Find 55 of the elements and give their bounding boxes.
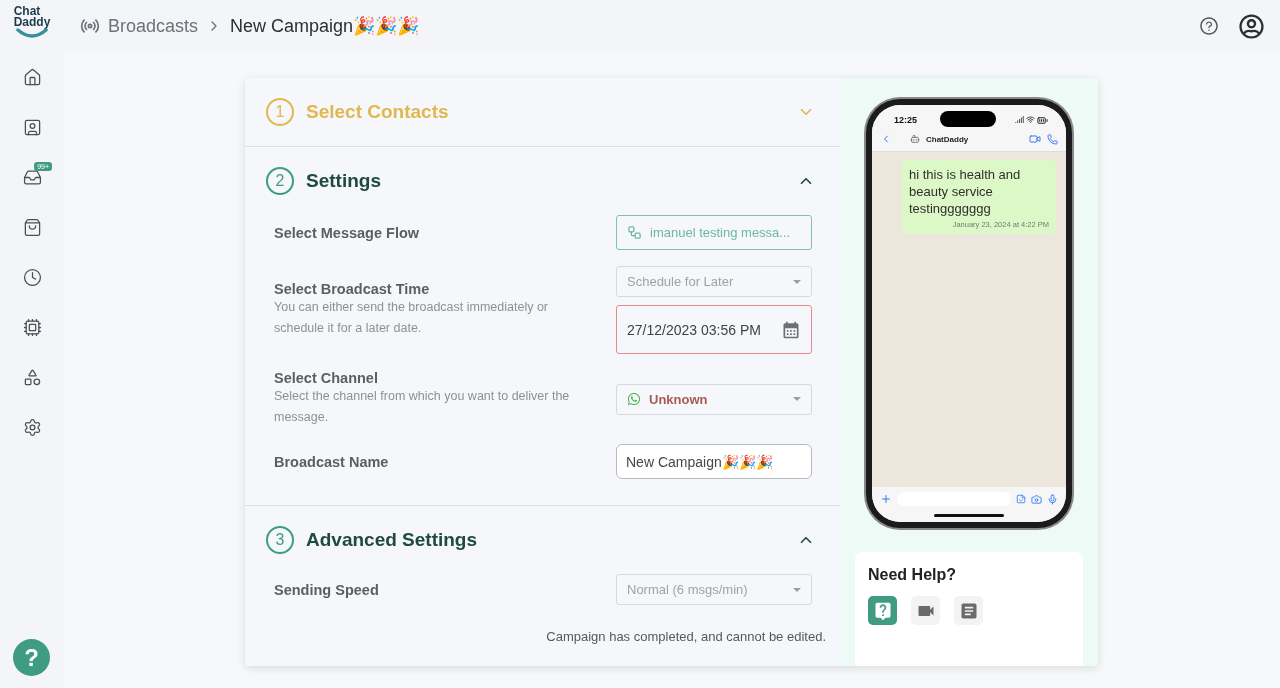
contact-name: ChatDaddy	[926, 134, 970, 144]
completed-note: Campaign has completed, and cannot be edited.	[546, 629, 826, 644]
field-label: Sending Speed	[274, 581, 380, 598]
settings-nav-icon[interactable]	[22, 417, 42, 437]
status-time: 12:25	[894, 115, 918, 125]
help-button[interactable]: ?	[13, 639, 50, 676]
faq-help-button[interactable]	[868, 596, 897, 625]
field-description: You can either send the broadcast immediately or schedule it for a later date.	[274, 299, 549, 337]
home-nav-icon[interactable]	[22, 67, 42, 87]
broadcast-icon	[80, 16, 100, 36]
caret-icon	[793, 279, 801, 284]
plus-icon[interactable]	[880, 493, 892, 505]
apps-nav-icon[interactable]	[22, 367, 42, 387]
caret-icon	[793, 587, 801, 592]
wifi-icon	[1026, 114, 1035, 124]
camera-notch	[940, 111, 996, 127]
broadcast-name-field[interactable]: New Campaign🎉🎉🎉	[616, 444, 812, 479]
bot-icon	[910, 134, 920, 144]
step-number: 3	[266, 526, 294, 554]
smile-logo-icon	[16, 28, 48, 38]
channel-dropdown[interactable]: Unknown	[616, 383, 812, 415]
signal-icon	[1015, 114, 1024, 124]
field-label: Select Broadcast Time	[274, 281, 431, 297]
history-nav-icon[interactable]	[22, 267, 42, 287]
logo-text: Chat Daddy	[13, 6, 51, 28]
user-icon[interactable]	[1239, 13, 1264, 39]
mic-icon[interactable]	[1047, 493, 1058, 505]
flow-icon	[627, 225, 642, 240]
contacts-nav-icon[interactable]	[22, 117, 42, 137]
help-icon[interactable]	[1199, 16, 1219, 36]
breadcrumb-link[interactable]: New Campaign🎉🎉🎉	[230, 15, 420, 37]
camera-icon[interactable]	[1031, 493, 1042, 505]
whatsapp-icon	[627, 392, 641, 406]
step-number: 1	[266, 98, 294, 126]
phone-icon[interactable]	[1047, 133, 1058, 145]
battery-icon	[1037, 114, 1048, 126]
help-title: Need Help?	[868, 566, 957, 584]
field-label: Broadcast Name	[274, 453, 390, 470]
section-title: Advanced Settings	[306, 529, 479, 551]
step-number: 2	[266, 167, 294, 195]
doc-help-button[interactable]	[954, 596, 983, 625]
video-icon[interactable]	[1029, 133, 1041, 145]
section-title: Select Contacts	[306, 101, 450, 123]
field-label: Select Message Flow	[274, 224, 421, 241]
home-indicator	[934, 514, 1004, 517]
field-label: Select Channel	[274, 370, 379, 386]
shop-nav-icon[interactable]	[22, 217, 42, 237]
message-text: hi this is health and beauty service testinggggggg	[909, 166, 1022, 217]
section-title: Settings	[306, 170, 382, 192]
ai-nav-icon[interactable]	[22, 317, 42, 337]
calendar-icon	[781, 319, 801, 340]
caret-icon	[793, 397, 801, 401]
field-description: Select the channel from which you want to deliver the message.	[274, 388, 571, 426]
breadcrumb-link[interactable]: Broadcasts	[108, 15, 199, 37]
video-help-button[interactable]	[911, 596, 940, 625]
